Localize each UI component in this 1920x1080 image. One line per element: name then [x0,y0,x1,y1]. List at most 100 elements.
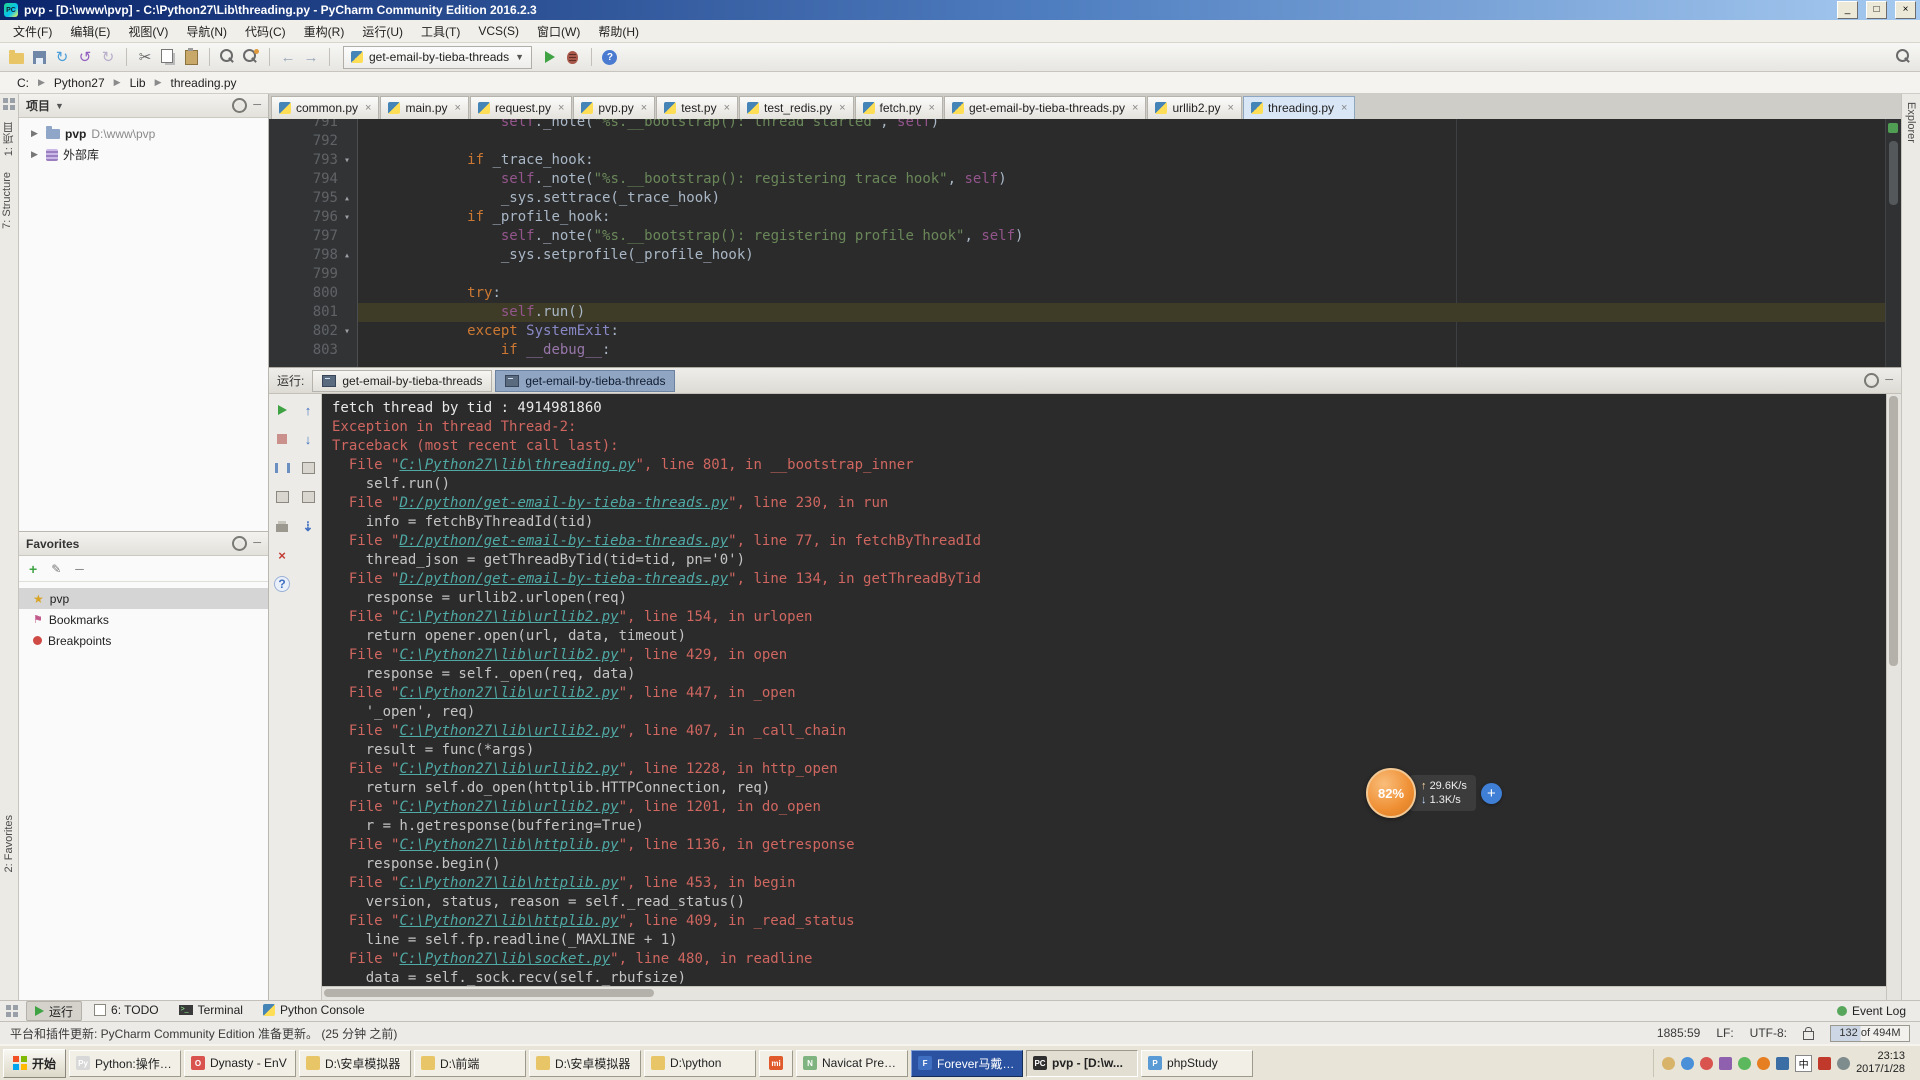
memory-percent-ball[interactable]: 82% [1366,768,1416,818]
menu-item[interactable]: 重构(R) [295,20,354,43]
file-link[interactable]: C:\Python27\lib\urllib2.py [399,685,618,701]
task-button[interactable]: D:\安卓模拟器 [529,1050,641,1077]
undo-icon[interactable]: ↺ [75,47,95,67]
task-button[interactable]: D:\安卓模拟器 [299,1050,411,1077]
project-root-row[interactable]: ▶ pvp D:\www\pvp [19,123,268,144]
fold-marker-icon[interactable]: ▴ [341,189,353,208]
editor-tab[interactable]: get-email-by-tieba-threads.py× [944,96,1147,119]
file-link[interactable]: D:/python/get-email-by-tieba-threads.py [399,533,728,549]
code-editor[interactable]: 791792793▾794795▴796▾797798▴799800801802… [269,119,1901,367]
scroll-to-end-icon[interactable]: ⇣ [298,516,318,536]
encoding-indicator[interactable]: UTF-8: [1750,1026,1787,1040]
close-tab-icon[interactable]: × [1341,102,1347,114]
file-link[interactable]: D:/python/get-email-by-tieba-threads.py [399,495,728,511]
stop-icon[interactable] [272,429,292,449]
gear-icon[interactable] [1864,373,1879,388]
close-tab-icon[interactable]: × [724,102,730,114]
task-button[interactable]: D:\前端 [414,1050,526,1077]
down-stack-trace-icon[interactable]: ↓ [298,429,318,449]
editor-tab[interactable]: fetch.py× [855,96,943,119]
menu-item[interactable]: 视图(V) [119,20,177,43]
remove-favorite-icon[interactable]: ─ [75,562,84,576]
editor-tab[interactable]: urllib2.py× [1147,96,1241,119]
open-icon[interactable] [6,47,26,67]
fold-marker-icon[interactable]: ▴ [341,246,353,265]
task-button[interactable]: mi [759,1050,793,1077]
add-favorite-icon[interactable]: + [29,561,37,577]
console-hscrollbar[interactable] [322,986,1886,1000]
tray-icon[interactable] [1738,1057,1751,1070]
gear-icon[interactable] [232,536,247,551]
taskbar-clock[interactable]: 23:13 2017/1/28 [1856,1050,1909,1076]
favorites-item[interactable]: Breakpoints [19,630,268,651]
menu-item[interactable]: 文件(F) [4,20,61,43]
file-link[interactable]: C:\Python27\lib\urllib2.py [399,761,618,777]
menu-item[interactable]: 窗口(W) [528,20,589,43]
tray-icon[interactable] [1719,1057,1732,1070]
task-button[interactable]: NNavicat Premium [796,1050,908,1077]
code-line[interactable]: _sys.setprofile(_profile_hook) [366,246,1885,265]
code-line[interactable]: self._note("%s.__bootstrap(): thread sta… [366,119,1885,132]
menu-item[interactable]: 运行(U) [353,20,412,43]
scrollbar-thumb[interactable] [1889,396,1898,666]
menu-item[interactable]: 工具(T) [412,20,469,43]
file-link[interactable]: C:\Python27\lib\urllib2.py [399,609,618,625]
close-tab-icon[interactable]: × [1132,102,1138,114]
file-link[interactable]: C:\Python27\lib\httplib.py [399,913,618,929]
file-link[interactable]: D:/python/get-email-by-tieba-threads.py [399,571,728,587]
close-tab-icon[interactable]: × [839,102,845,114]
code-line[interactable]: if _profile_hook: [366,208,1885,227]
breadcrumb-item[interactable]: threading.py [164,74,244,92]
forward-icon[interactable]: → [301,47,321,67]
chevron-right-icon[interactable]: ▶ [31,128,41,139]
print-icon[interactable] [272,516,292,536]
save-all-icon[interactable] [29,47,49,67]
tool-window-button-todo[interactable]: 6: TODO [86,1001,167,1019]
breadcrumb-item[interactable]: Lib [123,74,153,92]
up-stack-trace-icon[interactable]: ↑ [298,400,318,420]
file-link[interactable]: C:\Python27\lib\urllib2.py [399,723,618,739]
clear-console-icon[interactable]: × [272,545,292,565]
find-icon[interactable] [218,47,238,67]
run-console-tab[interactable]: get-email-by-tieba-threads [495,370,675,392]
close-button[interactable]: × [1895,1,1916,19]
task-button[interactable]: PphpStudy [1141,1050,1253,1077]
code-line[interactable]: self._note("%s.__bootstrap(): registerin… [366,170,1885,189]
tray-icon[interactable] [1700,1057,1713,1070]
code-line[interactable]: try: [366,284,1885,303]
close-tab-icon[interactable]: × [641,102,647,114]
restore-layout-icon[interactable] [298,458,318,478]
caret-position[interactable]: 1885:59 [1657,1026,1700,1040]
breadcrumb-item[interactable]: C: [10,74,36,92]
sync-icon[interactable]: ↻ [52,47,72,67]
code-line[interactable]: self._note("%s.__bootstrap(): registerin… [366,227,1885,246]
file-link[interactable]: C:\Python27\lib\httplib.py [399,837,618,853]
hide-panel-icon[interactable]: ─ [253,538,261,549]
editor-tab[interactable]: request.py× [470,96,572,119]
task-button[interactable]: FForever马戴等... [911,1050,1023,1077]
start-button[interactable]: 开始 [3,1049,66,1078]
fold-marker-icon[interactable]: ▾ [341,151,353,170]
tray-icon[interactable] [1681,1057,1694,1070]
tray-icon[interactable] [1776,1057,1789,1070]
tool-window-button[interactable]: 7: Structure [0,164,15,237]
tool-window-button[interactable]: 2: Favorites [1,807,17,880]
close-tab-icon[interactable]: × [1228,102,1234,114]
close-tab-icon[interactable]: × [929,102,935,114]
add-button[interactable]: + [1481,783,1502,804]
menu-item[interactable]: 帮助(H) [589,20,648,43]
maximize-button[interactable]: □ [1866,1,1887,19]
file-link[interactable]: C:\Python27\lib\urllib2.py [399,799,618,815]
edit-favorite-icon[interactable]: ✎ [51,562,61,576]
code-line[interactable]: if _trace_hook: [366,151,1885,170]
editor-tab[interactable]: test.py× [656,96,738,119]
network-speed-widget[interactable]: 82% ↑ 29.6K/s ↓ 1.3K/s + [1366,768,1502,818]
tray-icon[interactable] [1757,1057,1770,1070]
status-message[interactable]: 平台和插件更新: PyCharm Community Edition 准备更新。… [10,1025,1641,1042]
lock-icon[interactable] [1803,1031,1814,1040]
minimize-button[interactable]: _ [1837,1,1858,19]
hide-panel-icon[interactable]: ─ [1885,375,1893,386]
file-link[interactable]: C:\Python27\lib\httplib.py [399,875,618,891]
favorites-item[interactable]: ★pvp [19,588,268,609]
code-line[interactable]: _sys.settrace(_trace_hook) [366,189,1885,208]
